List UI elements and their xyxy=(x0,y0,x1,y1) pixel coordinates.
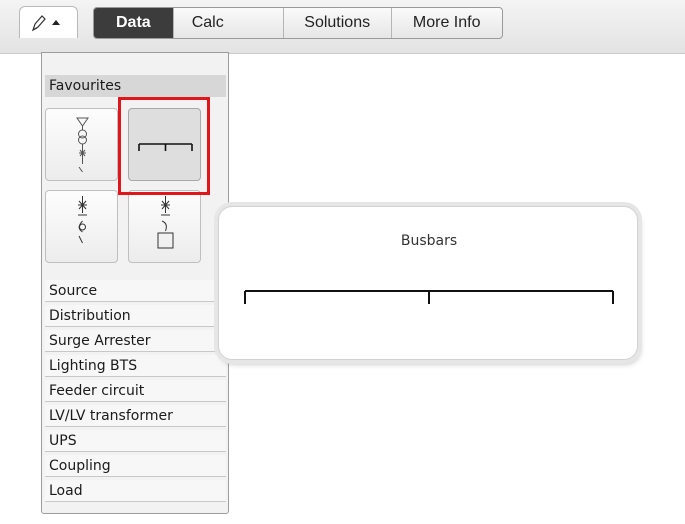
favourites-header: Favourites xyxy=(45,75,226,97)
category-lighting-bts[interactable]: Lighting BTS xyxy=(45,355,226,377)
tab-data[interactable]: Data xyxy=(94,8,174,38)
category-feeder-circuit[interactable]: Feeder circuit xyxy=(45,380,226,402)
category-source[interactable]: Source xyxy=(45,280,226,302)
pencil-icon xyxy=(31,15,60,32)
busbars-tooltip: Busbars xyxy=(218,206,638,360)
category-distribution[interactable]: Distribution xyxy=(45,305,226,327)
selection-highlight xyxy=(118,97,210,195)
category-coupling[interactable]: Coupling xyxy=(45,455,226,477)
category-surge-arrester[interactable]: Surge Arrester xyxy=(45,330,226,352)
busbar-symbol-icon xyxy=(244,290,614,304)
favourite-tile-source[interactable] xyxy=(45,108,118,181)
breaker-load-icon xyxy=(157,196,174,249)
tab-calc-results[interactable]: Calc results xyxy=(174,8,284,38)
favourite-tile-load[interactable] xyxy=(128,190,201,263)
category-load[interactable]: Load xyxy=(45,480,226,502)
favourite-tile-switch[interactable] xyxy=(45,190,118,263)
toolbar: Data Calc results Solutions More Info xyxy=(0,0,685,54)
circuit-breaker-switch-icon xyxy=(78,196,87,244)
caret-up-icon xyxy=(52,20,60,25)
category-list: Source Distribution Surge Arrester Light… xyxy=(45,280,226,505)
tab-more-info[interactable]: More Info xyxy=(392,8,502,38)
category-lv-lv-transformer[interactable]: LV/LV transformer xyxy=(45,405,226,427)
source-transformer-symbol-icon xyxy=(76,117,89,173)
tooltip-title: Busbars xyxy=(400,233,458,249)
tab-solutions[interactable]: Solutions xyxy=(284,8,392,38)
view-tabs: Data Calc results Solutions More Info xyxy=(93,7,503,39)
category-ups[interactable]: UPS xyxy=(45,430,226,452)
edit-dropdown-button[interactable] xyxy=(19,6,78,38)
